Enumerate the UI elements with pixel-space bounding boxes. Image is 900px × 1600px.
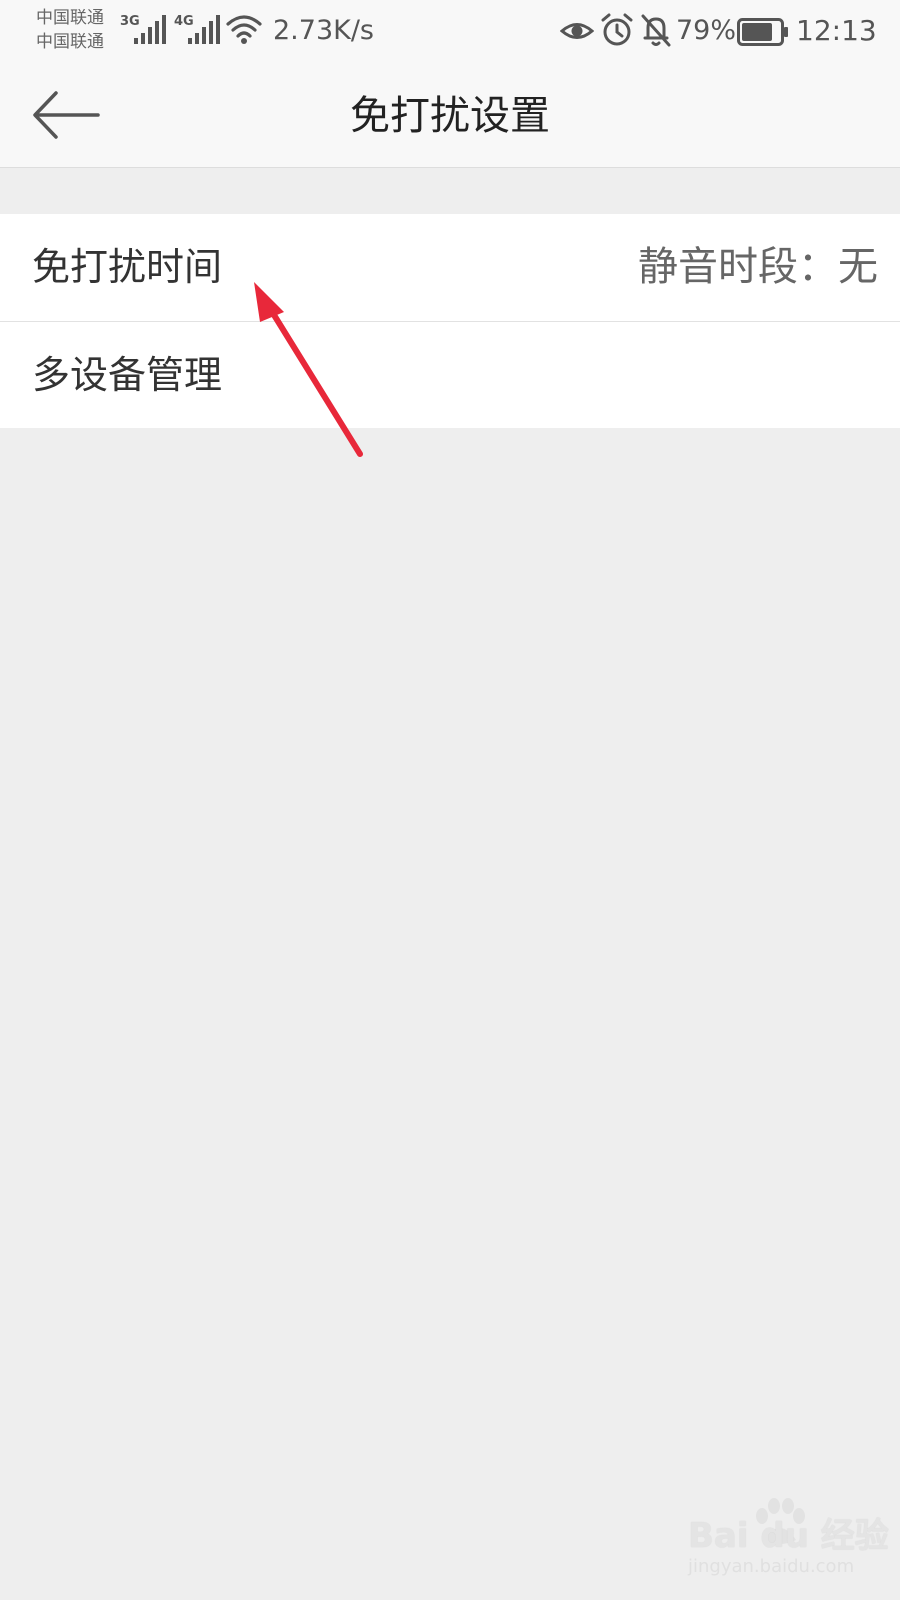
- battery-percent: 79%: [676, 15, 737, 46]
- back-arrow-icon: [33, 91, 100, 139]
- setting-value-dnd-time: 静音时段：无: [638, 244, 878, 290]
- setting-label-multi-device: 多设备管理: [32, 353, 223, 397]
- nav-bar: 免打扰设置: [0, 66, 900, 168]
- back-button[interactable]: [28, 84, 104, 146]
- wifi-icon: [226, 15, 262, 44]
- screen: 中国联通 中国联通 3G 4G 2.73K/s 79% 12:13 免打扰设置 …: [0, 0, 900, 1600]
- watermark: Bai du 经验 jingyan.baidu.com: [688, 1498, 889, 1588]
- alarm-icon: [601, 13, 633, 46]
- watermark-brand: Bai du 经验: [688, 1516, 889, 1556]
- setting-row-multi-device[interactable]: 多设备管理: [0, 321, 900, 428]
- battery-icon: [737, 18, 788, 46]
- signal-4g-icon: 4G: [174, 14, 220, 44]
- clock: 12:13: [796, 14, 877, 47]
- settings-list: 免打扰时间 静音时段：无 多设备管理: [0, 214, 900, 428]
- eye-icon: [560, 23, 594, 39]
- signal-3g-label: 3G: [120, 14, 140, 29]
- page-title: 免打扰设置: [350, 93, 550, 139]
- watermark-site: jingyan.baidu.com: [688, 1556, 855, 1577]
- mute-bell-icon: [641, 14, 671, 47]
- setting-label-dnd-time: 免打扰时间: [32, 245, 223, 289]
- battery-fill: [742, 23, 772, 41]
- carrier-names: 中国联通 中国联通: [36, 6, 118, 54]
- network-speed: 2.73K/s: [273, 15, 374, 46]
- setting-row-dnd-time[interactable]: 免打扰时间 静音时段：无: [0, 214, 900, 321]
- carrier-name-2: 中国联通: [36, 32, 104, 52]
- signal-4g-label: 4G: [174, 14, 194, 29]
- status-bar: 中国联通 中国联通 3G 4G 2.73K/s 79% 12:13: [0, 0, 900, 66]
- carrier-name-1: 中国联通: [36, 8, 104, 28]
- signal-3g-icon: 3G: [120, 14, 166, 44]
